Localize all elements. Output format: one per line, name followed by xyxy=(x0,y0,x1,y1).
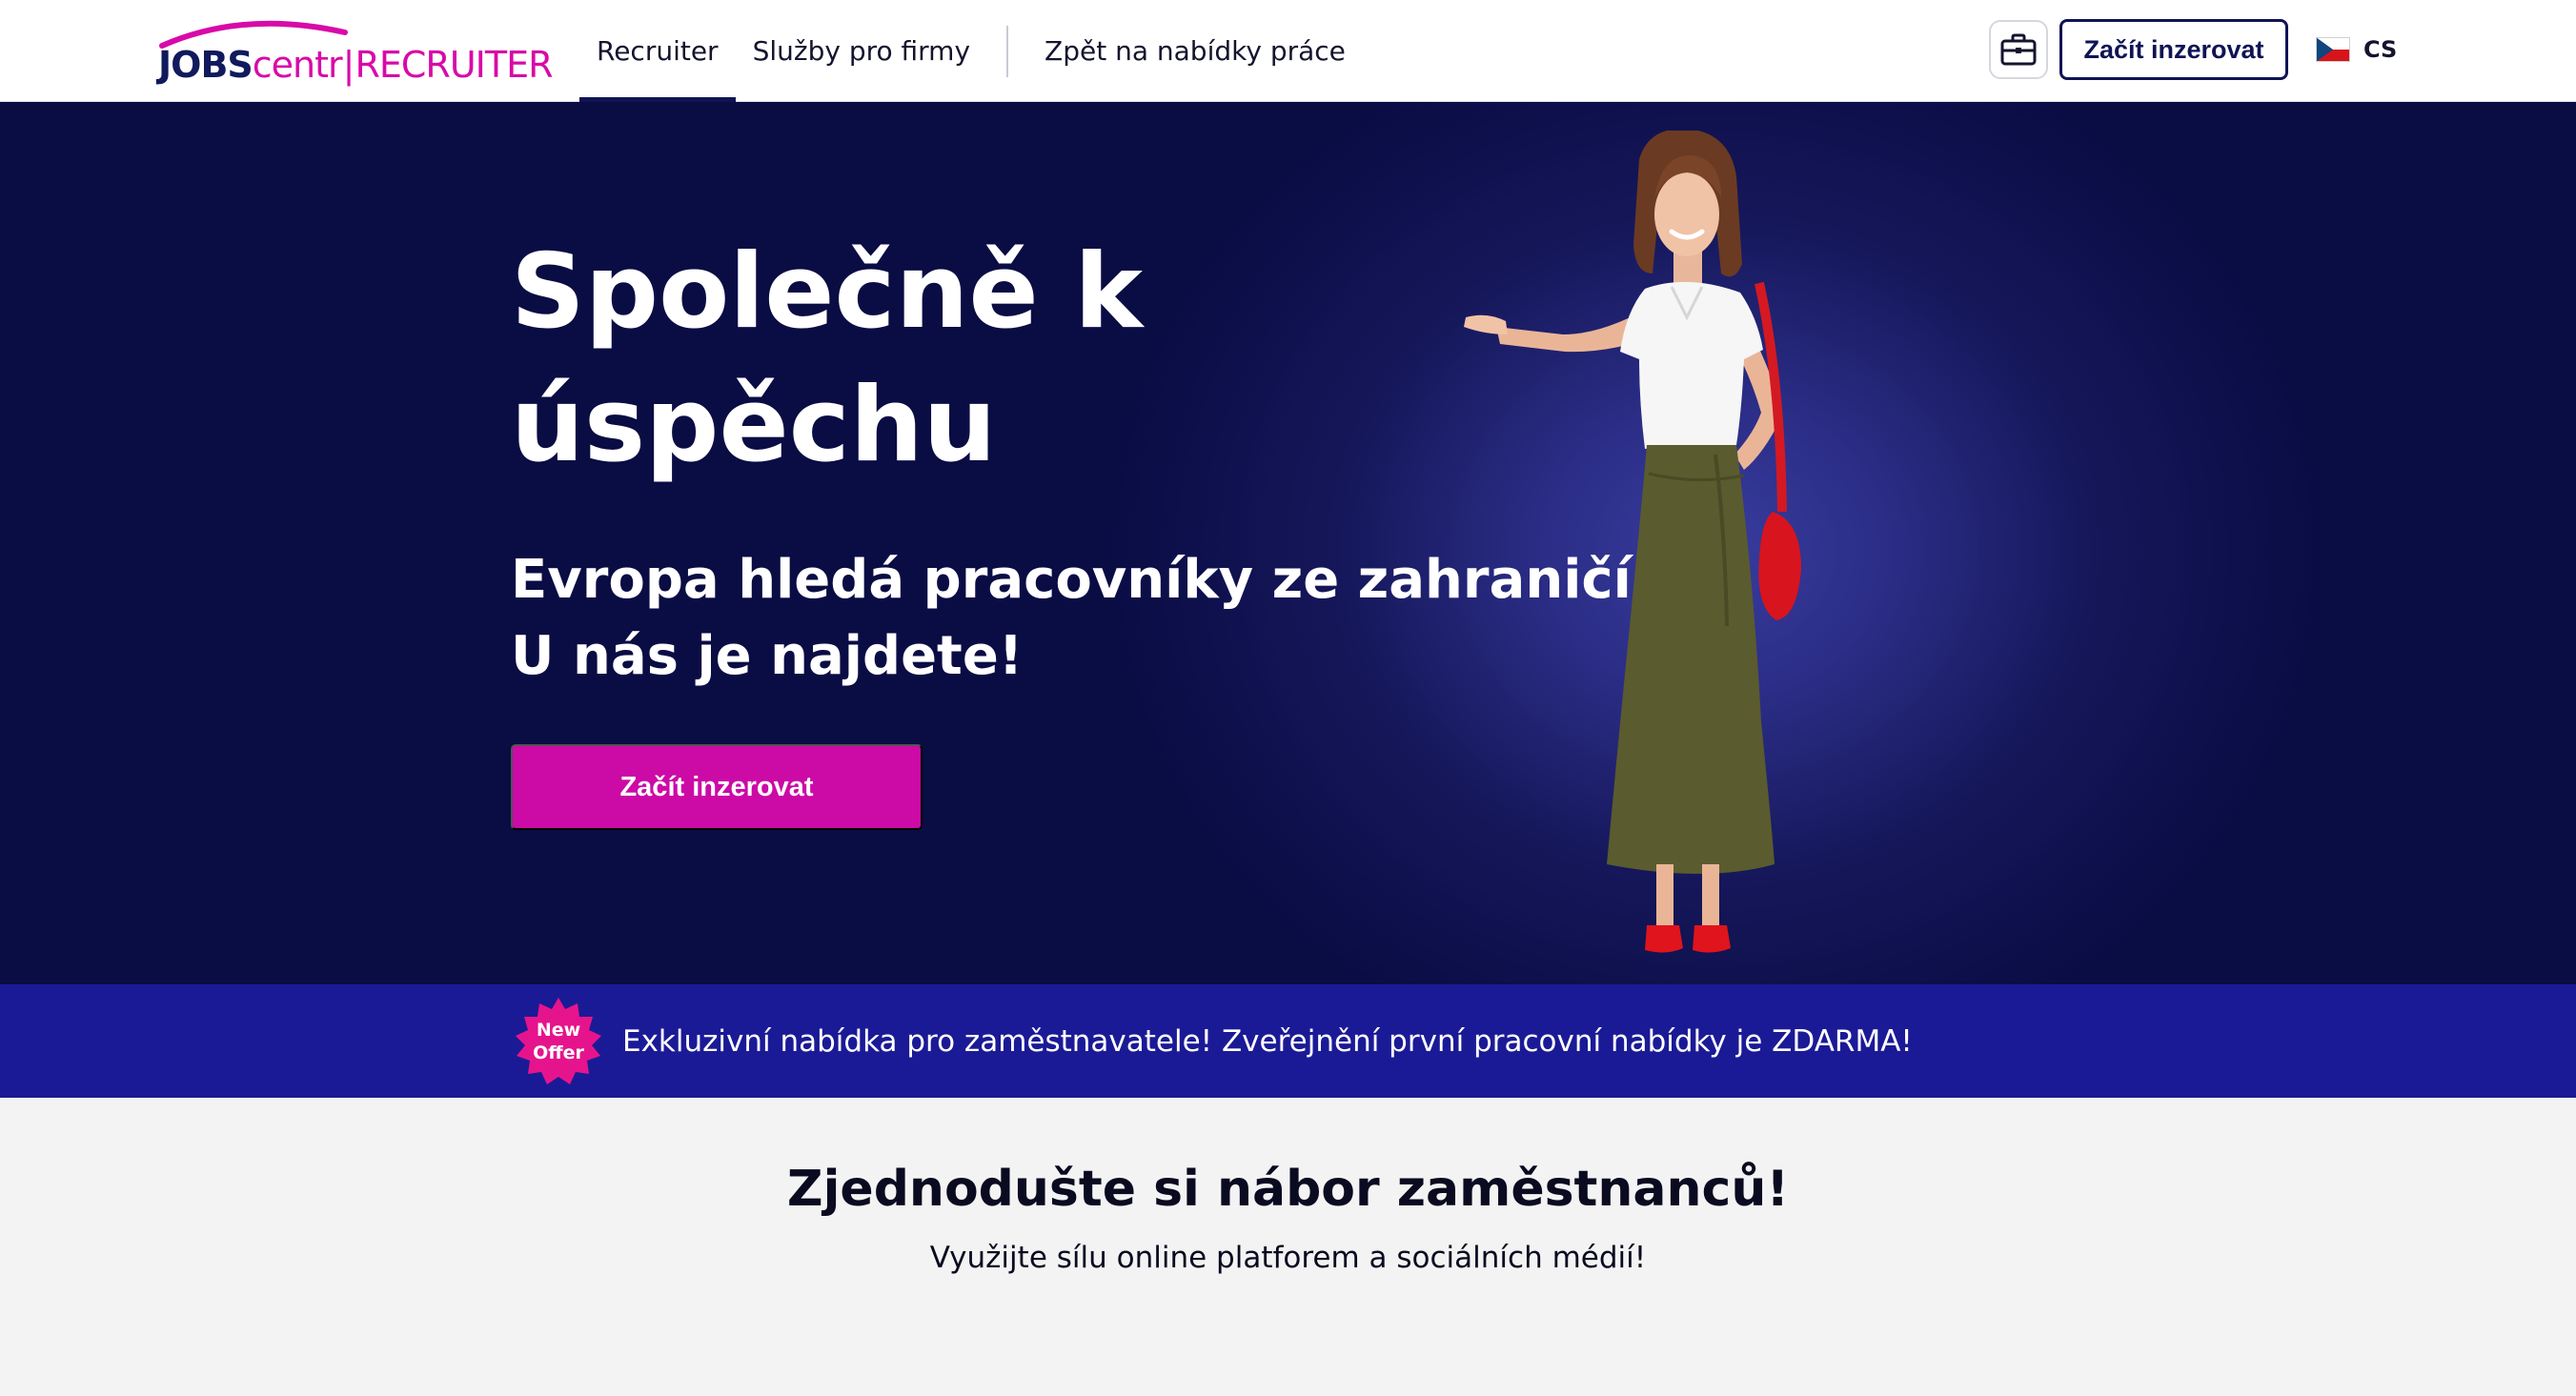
main-nav: Recruiter Služby pro firmy Zpět na nabíd… xyxy=(579,0,1363,102)
jobscentr-recruiter-logo[interactable]: JOBScentr|RECRUITER xyxy=(158,13,553,88)
new-offer-banner[interactable]: New Offer Exkluzivní nabídka pro zaměstn… xyxy=(0,984,2576,1098)
top-header: JOBScentr|RECRUITER Recruiter Služby pro… xyxy=(0,0,2576,102)
language-code: CS xyxy=(2363,36,2398,63)
new-offer-badge: New Offer xyxy=(513,996,604,1087)
hero-title-line-1: Společně k xyxy=(511,233,1144,352)
logo-jobs: JOBS xyxy=(158,44,254,86)
page: JOBScentr|RECRUITER Recruiter Služby pro… xyxy=(0,0,2576,1396)
hero-title-line-2: úspěchu xyxy=(511,366,997,485)
hero-title: Společně k úspěchu xyxy=(511,226,1369,493)
badge-line-1: New xyxy=(536,1020,581,1041)
logo-recruiter: RECRUITER xyxy=(355,44,553,86)
language-switcher[interactable]: CS xyxy=(2316,29,2397,71)
nav-divider xyxy=(1006,25,1009,77)
nav-item-recruiter[interactable]: Recruiter xyxy=(579,0,736,102)
woman-pointing-illustration xyxy=(1464,131,1801,953)
start-advertising-hero-button[interactable]: Začít inzerovat xyxy=(511,744,923,830)
logo-separator: | xyxy=(342,44,355,86)
nav-item-services[interactable]: Služby pro firmy xyxy=(736,0,987,102)
hero-section: Společně k úspěchu Evropa hledá pracovní… xyxy=(0,102,2576,984)
simplify-hiring-section: Zjednodušte si nábor zaměstnanců! Využij… xyxy=(0,1098,2576,1396)
section-title: Zjednodušte si nábor zaměstnanců! xyxy=(786,1161,1790,1218)
offer-text: Exkluzivní nabídka pro zaměstnavatele! Z… xyxy=(622,1023,1913,1059)
logo-centr: centr xyxy=(252,44,343,86)
briefcase-button[interactable] xyxy=(1989,20,2048,79)
hero-subtitle-line-2: U nás je najdete! xyxy=(511,625,1024,687)
czech-flag-icon xyxy=(2316,37,2350,62)
badge-line-2: Offer xyxy=(533,1042,584,1063)
section-subtitle: Využijte sílu online platforem a sociáln… xyxy=(929,1241,1647,1275)
nav-item-back-to-jobs[interactable]: Zpět na nabídky práce xyxy=(1027,0,1363,102)
briefcase-icon xyxy=(2000,33,2037,66)
start-advertising-header-button[interactable]: Začít inzerovat xyxy=(2059,19,2288,80)
